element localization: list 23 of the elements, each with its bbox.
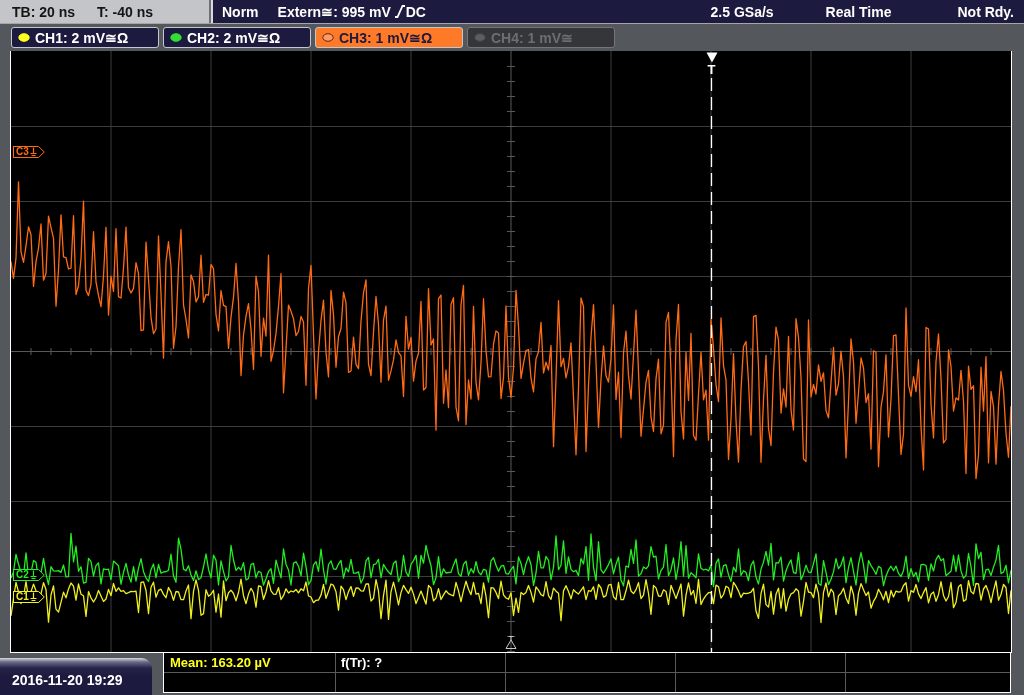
measurement-reading: f(Tr): ?	[340, 654, 384, 672]
acquisition-mode-readout[interactable]: Real Time	[825, 3, 892, 20]
channel-marker-label[interactable]: C1	[13, 591, 29, 603]
channel-marker-label[interactable]: C2	[13, 569, 29, 581]
sample-rate-readout[interactable]: 2.5 GSa/s	[710, 3, 774, 20]
trigger-marker-label: T	[707, 63, 716, 76]
trigger-mode-readout[interactable]: Norm	[222, 3, 259, 20]
trigger-time-readout[interactable]: T: -40 ns	[97, 3, 154, 20]
ground-pointer-icon[interactable]	[28, 569, 45, 581]
trigger-source-readout[interactable]: Extern≅: 995 mV	[277, 3, 391, 20]
trigger-marker-icon[interactable]	[705, 52, 718, 63]
channel-button[interactable]: CH3: 1 mV≅Ω	[315, 27, 463, 48]
channel-button[interactable]: CH1: 2 mV≅Ω	[11, 27, 159, 48]
ground-pointer-icon[interactable]	[28, 146, 45, 158]
trigger-position-icon[interactable]	[505, 636, 517, 649]
channel-marker-label[interactable]: C3	[13, 146, 29, 158]
channel-button[interactable]: CH2: 2 mV≅Ω	[163, 27, 311, 48]
timebase-readout[interactable]: TB: 20 ns	[12, 3, 75, 20]
trigger-coupling-readout[interactable]: DC	[405, 3, 426, 20]
acquisition-state-readout: Not Rdy.	[957, 3, 1014, 20]
measurement-reading: Mean: 163.20 µV	[169, 654, 272, 672]
rising-edge-icon	[394, 5, 405, 18]
date-time-tab[interactable]: 2016-11-20 19:29	[0, 658, 152, 695]
